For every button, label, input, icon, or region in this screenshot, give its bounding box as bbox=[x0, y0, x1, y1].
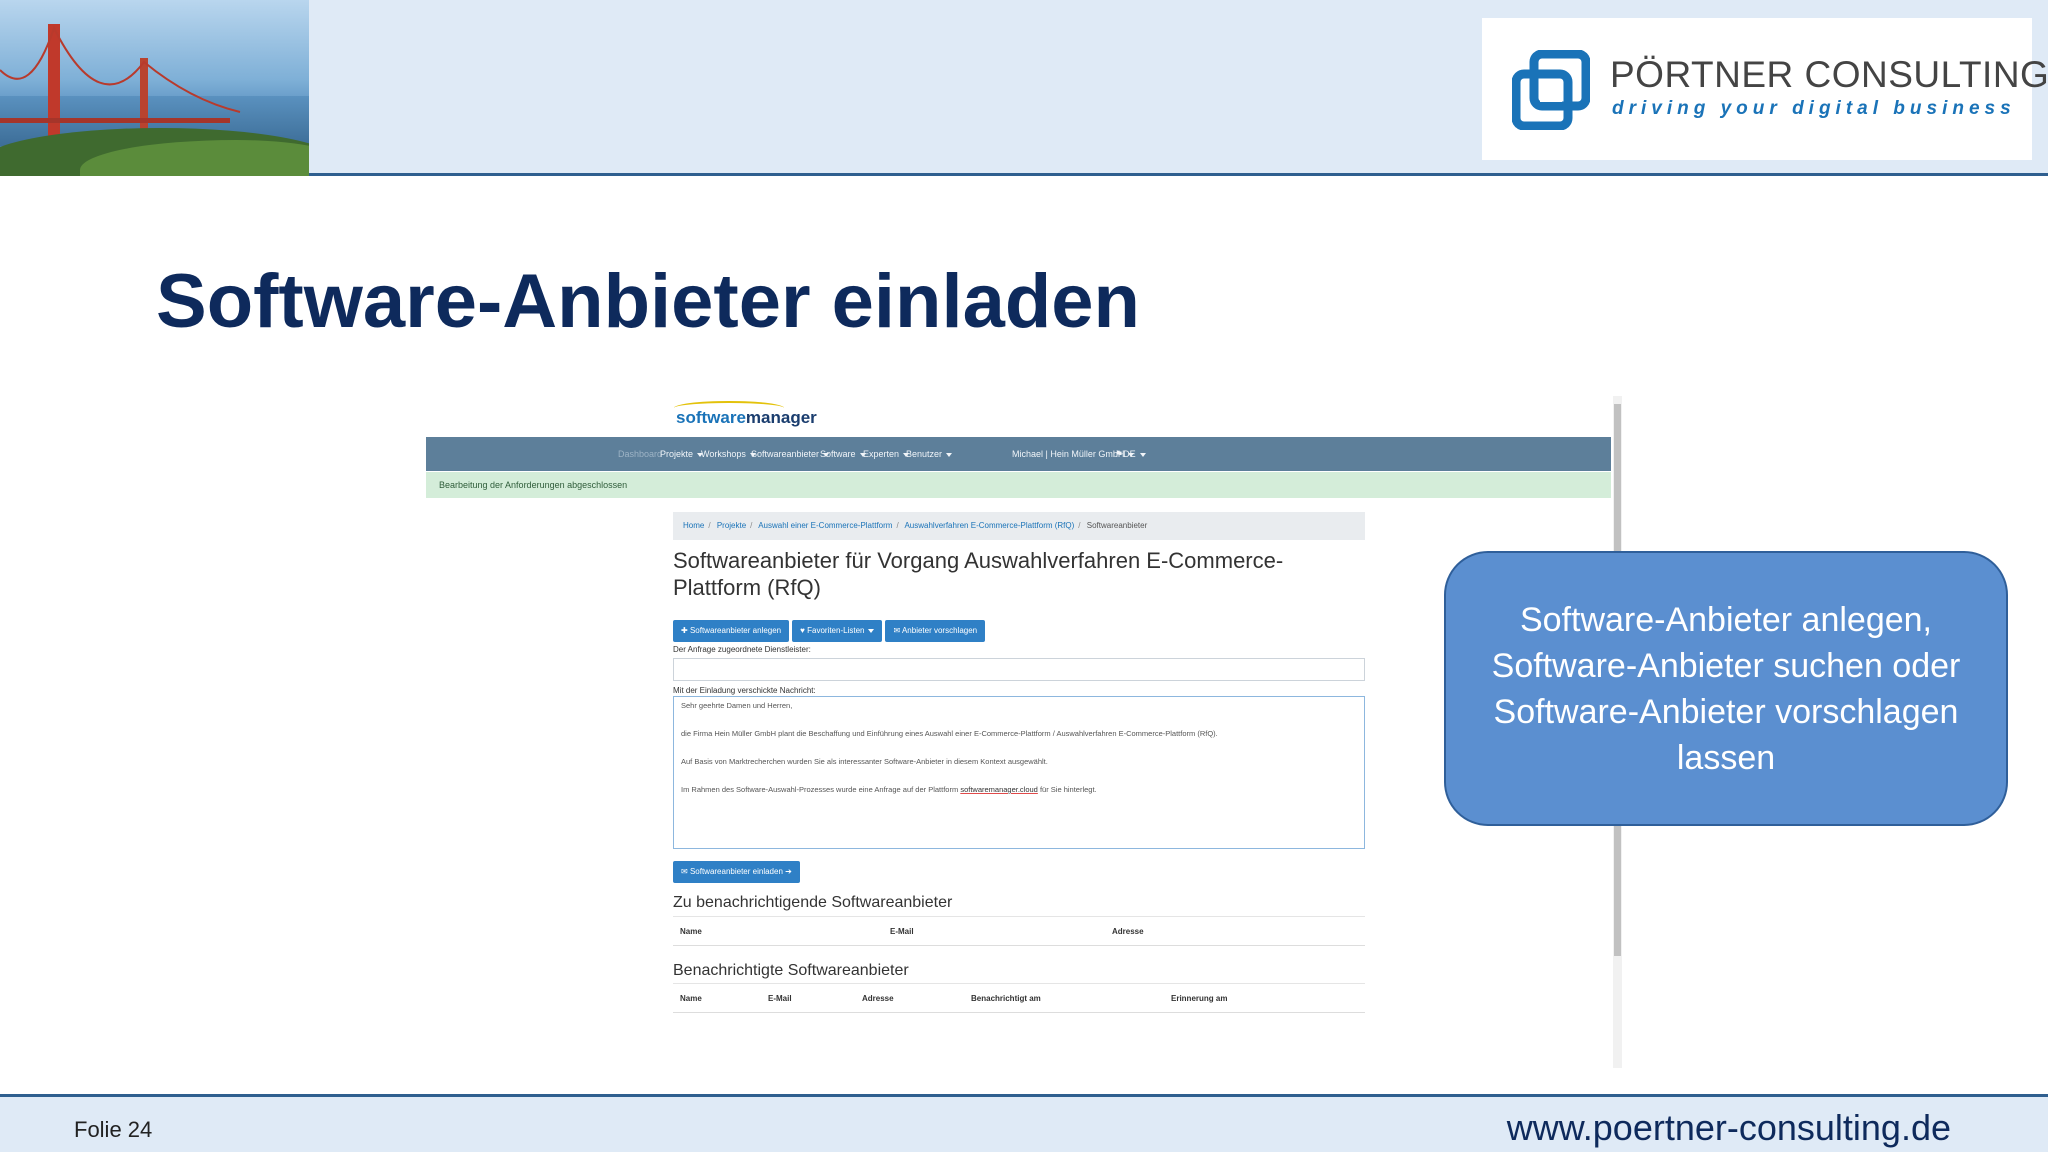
app-screenshot: softwaremanager Dashboard Projekte Works… bbox=[426, 396, 1622, 1068]
slide-header: PÖRTNER CONSULTING driving your digital … bbox=[0, 0, 2048, 176]
invite-row: ✉ Softwareanbieter einladen ➔ bbox=[673, 861, 803, 883]
page-title: Softwareanbieter für Vorgang Auswahlverf… bbox=[673, 548, 1284, 600]
table-header-notified: Name E-Mail Adresse Benachrichtigt am Er… bbox=[673, 983, 1365, 1013]
caret-down-icon bbox=[1139, 452, 1146, 457]
flag-icon: ⚑ bbox=[1115, 449, 1124, 459]
add-vendor-button[interactable]: ✚ Softwareanbieter anlegen bbox=[673, 620, 790, 642]
arrow-right-circle-icon: ➔ bbox=[785, 867, 792, 876]
breadcrumb-project[interactable]: Auswahl einer E-Commerce-Plattform bbox=[758, 521, 892, 530]
breadcrumb: Home / Projekte / Auswahl einer E-Commerce… bbox=[673, 512, 1365, 540]
breadcrumb-home[interactable]: Home bbox=[683, 521, 704, 530]
section-notified: Benachrichtigte Softwareanbieter bbox=[673, 962, 909, 979]
nav-software[interactable]: Software bbox=[820, 437, 866, 471]
suggest-vendor-button[interactable]: ✉ Anbieter vorschlagen bbox=[885, 620, 986, 642]
nav-dashboard[interactable]: Dashboard bbox=[618, 437, 662, 471]
breadcrumb-current: Softwareanbieter bbox=[1086, 521, 1148, 530]
company-logo: PÖRTNER CONSULTING driving your digital … bbox=[1482, 18, 2048, 160]
action-buttons: ✚ Softwareanbieter anlegen ♥ Favoriten-Li… bbox=[673, 620, 988, 642]
envelope-icon: ✉ bbox=[893, 626, 901, 635]
heart-icon: ♥ bbox=[800, 626, 805, 635]
breadcrumb-process[interactable]: Auswahlverfahren E-Commerce-Plattform (R… bbox=[904, 521, 1074, 530]
slide-title: Software-Anbieter einladen bbox=[156, 259, 1140, 344]
logo-name: PÖRTNER CONSULTING bbox=[1610, 54, 2048, 95]
nav-language[interactable]: ⚑DE bbox=[1115, 437, 1146, 471]
nav-softwareanbieter[interactable]: Softwareanbieter bbox=[751, 437, 830, 471]
slide: PÖRTNER CONSULTING driving your digital … bbox=[0, 0, 2048, 1152]
nav-benutzer[interactable]: Benutzer bbox=[906, 437, 953, 471]
provider-field[interactable] bbox=[673, 658, 1365, 681]
table-header-to-notify: Name E-Mail Adresse bbox=[673, 916, 1365, 946]
golden-gate-photo bbox=[0, 0, 309, 176]
app-brand[interactable]: softwaremanager bbox=[676, 408, 817, 428]
plus-icon: ✚ bbox=[681, 626, 688, 635]
slide-footer: Folie 24 www.poertner-consulting.de bbox=[0, 1094, 2048, 1152]
invite-vendors-button[interactable]: ✉ Softwareanbieter einladen ➔ bbox=[673, 861, 800, 883]
footer-url[interactable]: www.poertner-consulting.de bbox=[1507, 1107, 1951, 1149]
caret-down-icon bbox=[946, 452, 953, 457]
slide-number: Folie 24 bbox=[74, 1117, 153, 1142]
envelope-icon: ✉ bbox=[681, 867, 688, 876]
breadcrumb-projekte[interactable]: Projekte bbox=[717, 521, 746, 530]
logo-icon bbox=[1512, 50, 1590, 130]
provider-label: Der Anfrage zugeordnete Dienstleister: bbox=[673, 645, 811, 654]
nav-workshops[interactable]: Workshops bbox=[701, 437, 756, 471]
logo-tagline: driving your digital business bbox=[1612, 98, 2016, 119]
app-navbar: Dashboard Projekte Workshops Softwareanb… bbox=[426, 437, 1611, 471]
favorites-list-button[interactable]: ♥ Favoriten-Listen bbox=[792, 620, 883, 642]
nav-experten[interactable]: Experten bbox=[863, 437, 910, 471]
caret-down-icon bbox=[868, 628, 875, 633]
section-to-notify: Zu benachrichtigende Softwareanbieter bbox=[673, 894, 953, 911]
status-alert: Bearbeitung der Anforderungen abgeschlos… bbox=[426, 472, 1611, 498]
message-label: Mit der Einladung verschickte Nachricht: bbox=[673, 686, 816, 695]
message-textarea[interactable]: Sehr geehrte Damen und Herren, die Firma… bbox=[673, 696, 1365, 849]
nav-projekte[interactable]: Projekte bbox=[660, 437, 704, 471]
callout-box: Software-Anbieter anlegen, Software-Anbi… bbox=[1444, 551, 2008, 826]
